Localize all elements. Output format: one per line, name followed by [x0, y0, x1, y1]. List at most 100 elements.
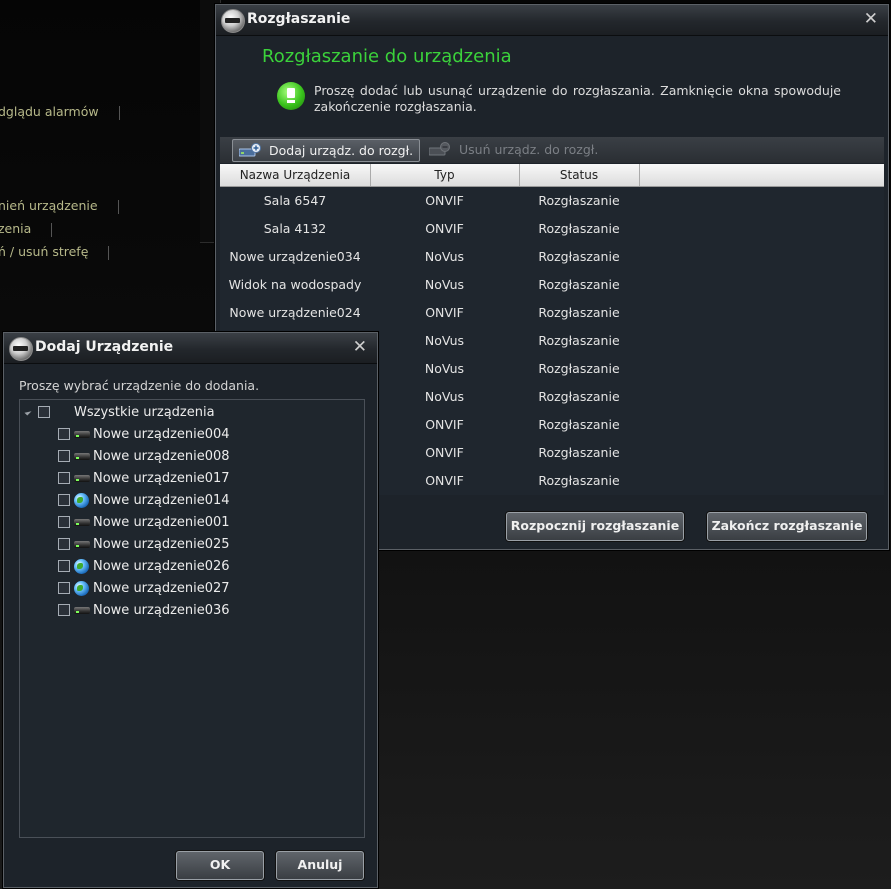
menu-item-zone[interactable]: ń / usuń strefę — [0, 244, 110, 260]
add-device-dialog: Dodaj Urządzenie ✕ Proszę wybrać urządze… — [3, 332, 378, 888]
checkbox[interactable] — [58, 472, 70, 484]
toolbar: Dodaj urządz. do rozgł. Usuń urządz. do … — [220, 137, 884, 163]
close-icon[interactable]: ✕ — [864, 9, 878, 29]
background-menu: dglądu alarmów nień urządzenie zenia ń /… — [0, 0, 215, 330]
app-logo-icon — [221, 9, 245, 33]
cell-type: NoVus — [424, 361, 465, 376]
tree-item[interactable]: Nowe urządzenie004 — [20, 425, 350, 445]
checkbox[interactable] — [58, 494, 70, 506]
window-title: Rozgłaszanie — [247, 11, 351, 27]
cancel-button[interactable]: Anuluj — [276, 851, 364, 880]
cell-status: Rozgłaszanie wyłąc — [538, 417, 620, 460]
cell-status: Rozgłaszanie wyłąc — [538, 305, 620, 348]
info-text: Proszę dodać lub usunąć urządzenie do ro… — [314, 83, 841, 114]
menu-separator — [108, 245, 110, 260]
globe-icon — [74, 493, 89, 508]
checkbox[interactable] — [58, 450, 70, 462]
tree-item[interactable]: Nowe urządzenie001 — [20, 513, 350, 533]
checkbox[interactable] — [58, 582, 70, 594]
cell-status: Rozgłaszanie wyłąc — [538, 193, 620, 236]
start-broadcast-button[interactable]: Rozpocznij rozgłaszanie — [506, 512, 684, 541]
cell-status: Rozgłaszanie wyłąc — [538, 445, 620, 488]
tree-item[interactable]: Nowe urządzenie017 — [20, 469, 350, 489]
dvr-icon — [74, 453, 90, 460]
tree-item-label: Nowe urządzenie004 — [93, 427, 230, 442]
cell-status: Rozgłaszanie wyłąc — [538, 333, 620, 376]
menu-separator — [117, 199, 119, 214]
cell-name: Widok na wodospady — [228, 277, 362, 292]
cell-type: ONVIF — [425, 305, 464, 320]
tree-item-label: Nowe urządzenie036 — [93, 603, 230, 618]
checkbox[interactable] — [58, 560, 70, 572]
remove-device-button[interactable]: Usuń urządz. do rozgł. — [423, 139, 604, 160]
checkbox[interactable] — [58, 538, 70, 550]
tree-item-label: Nowe urządzenie014 — [93, 493, 230, 508]
cell-name: Nowe urządzenie034 — [229, 249, 361, 264]
title-bar[interactable]: Dodaj Urządzenie ✕ — [4, 333, 377, 364]
checkbox[interactable] — [58, 604, 70, 616]
dvr-icon — [74, 607, 90, 614]
title-bar[interactable]: Rozgłaszanie ✕ — [216, 5, 888, 36]
cell-status: Rozgłaszanie wyłąc — [538, 249, 620, 292]
add-device-button[interactable]: Dodaj urządz. do rozgł. — [232, 139, 421, 162]
device-tree: Wszystkie urządzenia Nowe urządzenie004 … — [19, 399, 365, 838]
cell-status: Rozgłaszanie wyłąc — [538, 389, 620, 432]
tree-item[interactable]: Nowe urządzenie025 — [20, 535, 350, 555]
checkbox[interactable] — [38, 406, 50, 418]
cell-type: ONVIF — [425, 417, 464, 432]
cell-type: ONVIF — [425, 445, 464, 460]
tree-item[interactable]: Nowe urządzenie008 — [20, 447, 350, 467]
tree-root-label: Wszystkie urządzenia — [74, 405, 215, 420]
remove-device-icon — [429, 142, 450, 156]
background-area — [377, 550, 891, 889]
menu-separator — [118, 105, 120, 120]
cell-type: ONVIF — [425, 221, 464, 236]
tree-item[interactable]: Nowe urządzenie036 — [20, 601, 350, 621]
cell-type: NoVus — [424, 389, 465, 404]
ok-button[interactable]: OK — [176, 851, 264, 880]
tree-item[interactable]: Nowe urządzenie027 — [20, 579, 350, 599]
stop-broadcast-button[interactable]: Zakończ rozgłaszanie — [707, 512, 867, 541]
column-header-status[interactable]: Status — [519, 164, 640, 186]
cell-name: Nowe urządzenie024 — [229, 305, 361, 320]
tree-item[interactable]: Nowe urządzenie014 — [20, 491, 350, 511]
table-row[interactable]: Sala 4132 ONVIF Rozgłaszanie wyłąc — [220, 215, 884, 264]
dvr-icon — [74, 431, 90, 438]
dialog-content: Proszę wybrać urządzenie do dodania. Wsz… — [8, 364, 373, 883]
column-header-type[interactable]: Typ — [370, 164, 520, 186]
checkbox[interactable] — [58, 428, 70, 440]
globe-icon — [74, 581, 89, 596]
cell-status: Rozgłaszanie wyłąc — [538, 361, 620, 404]
tree-item[interactable]: Nowe urządzenie026 — [20, 557, 350, 577]
table-row[interactable]: Sala 6547 ONVIF Rozgłaszanie wyłąc — [220, 187, 884, 236]
column-header-name[interactable]: Nazwa Urządzenia — [220, 164, 371, 186]
info-icon — [277, 82, 305, 110]
dvr-icon — [74, 541, 90, 548]
tree-item-label: Nowe urządzenie008 — [93, 449, 230, 464]
cell-type: ONVIF — [425, 473, 464, 488]
cell-status: Rozgłaszanie wyłąc — [538, 277, 620, 320]
table-row[interactable]: Widok na wodospady NoVus Rozgłaszanie wy… — [220, 271, 884, 320]
table-row[interactable]: Nowe urządzenie034 NoVus Rozgłaszanie wy… — [220, 243, 884, 292]
tree-item-label: Nowe urządzenie017 — [93, 471, 230, 486]
menu-item-device[interactable]: nień urządzenie — [0, 198, 119, 214]
dvr-icon — [74, 475, 90, 482]
tree-item-label: Nowe urządzenie025 — [93, 537, 230, 552]
cell-type: NoVus — [424, 333, 465, 348]
cell-type: NoVus — [424, 277, 465, 292]
menu-item-device-2[interactable]: zenia — [0, 221, 53, 237]
table-row[interactable]: Nowe urządzenie024 ONVIF Rozgłaszanie wy… — [220, 299, 884, 348]
checkbox[interactable] — [58, 516, 70, 528]
cell-type: NoVus — [424, 249, 465, 264]
dialog-prompt: Proszę wybrać urządzenie do dodania. — [19, 378, 260, 393]
tree-root[interactable]: Wszystkie urządzenia — [20, 403, 350, 423]
add-device-icon — [239, 143, 261, 157]
menu-item-alarm-view[interactable]: dglądu alarmów — [0, 104, 120, 120]
cell-type: ONVIF — [425, 193, 464, 208]
cell-status: Rozgłaszanie wyłąc — [538, 221, 620, 264]
close-icon[interactable]: ✕ — [353, 337, 367, 357]
cell-status: Rozgłaszanie wyłąc — [538, 473, 620, 488]
expand-icon[interactable] — [24, 408, 32, 416]
tree-item-label: Nowe urządzenie027 — [93, 581, 230, 596]
cell-name: Sala 6547 — [263, 193, 327, 208]
